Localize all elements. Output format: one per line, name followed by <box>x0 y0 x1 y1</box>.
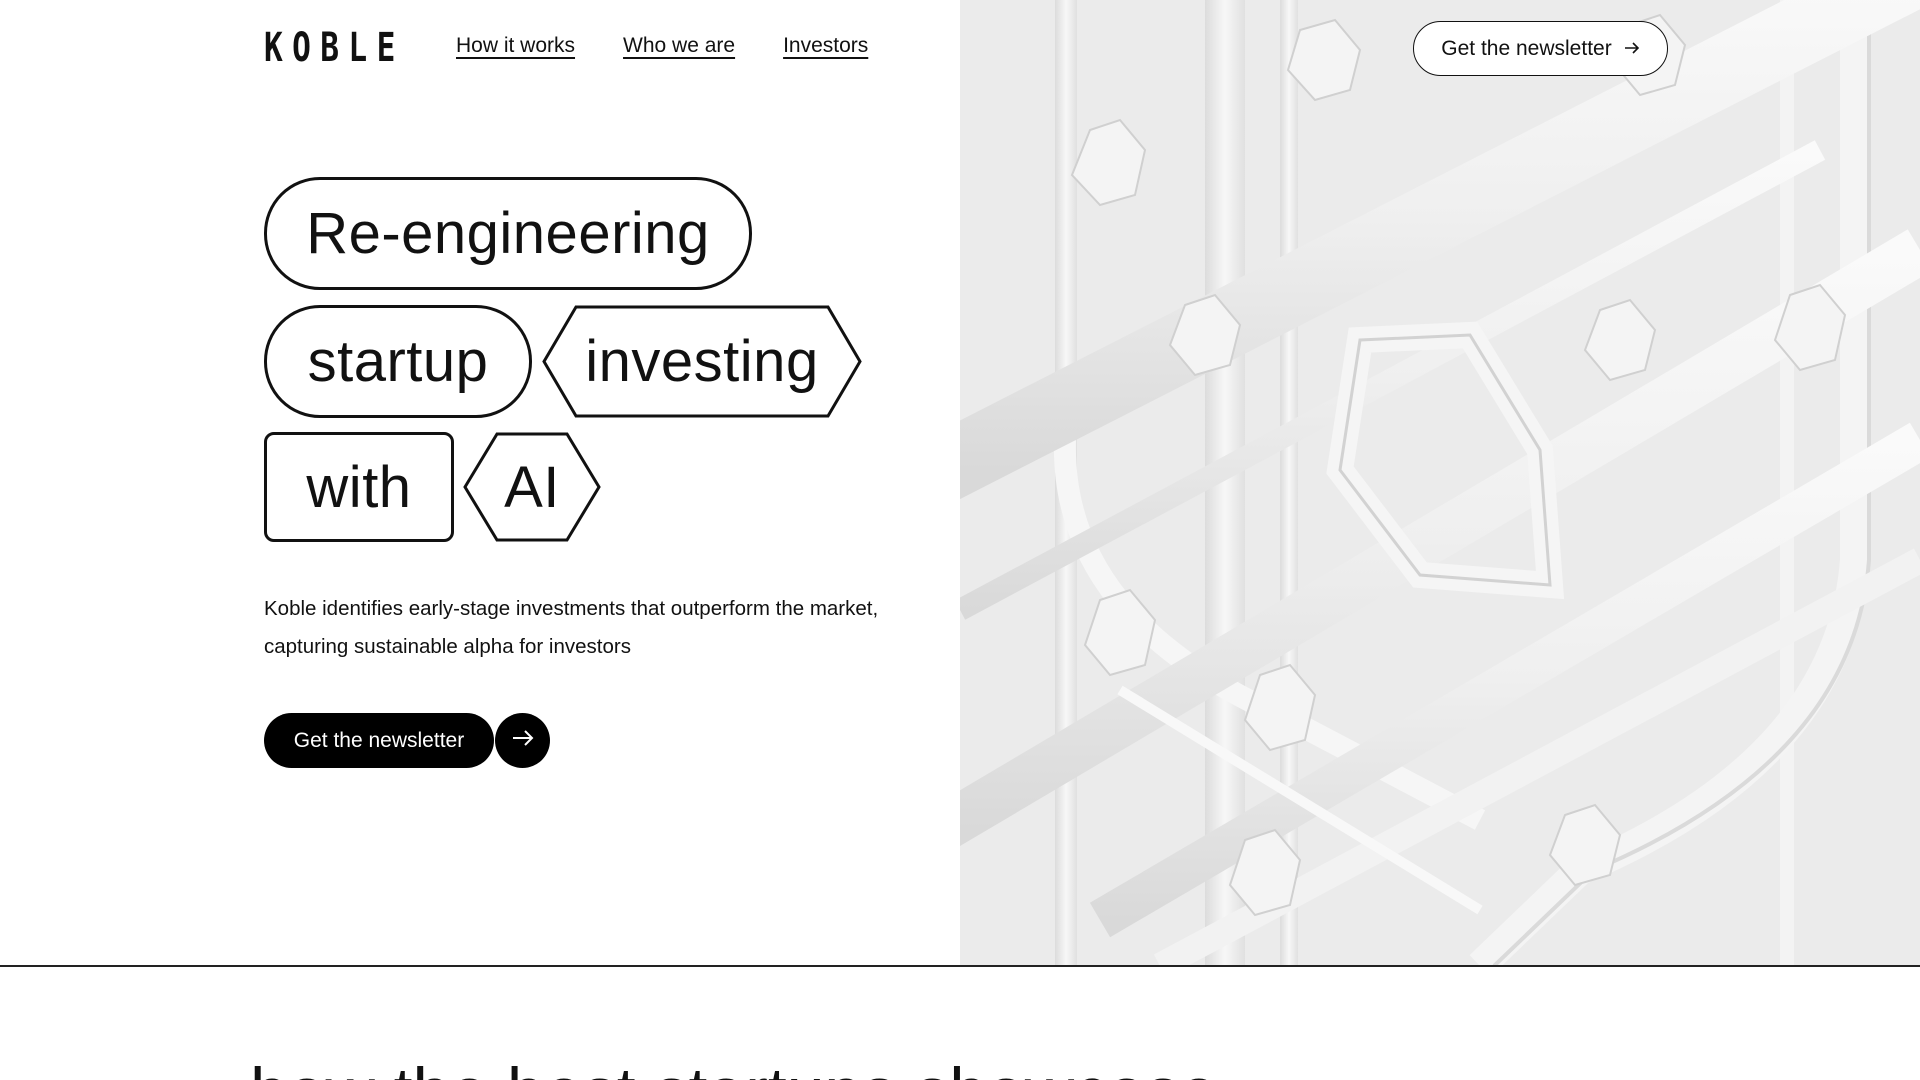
nav-who-we-are[interactable]: Who we are <box>623 34 735 58</box>
newsletter-button-label: Get the newsletter <box>293 728 465 752</box>
hero-image <box>960 0 1920 966</box>
nav-how-it-works[interactable]: How it works <box>456 34 575 58</box>
arrow-right-icon <box>512 729 534 752</box>
newsletter-arrow-button[interactable] <box>495 713 550 768</box>
headline-word-investing: investing <box>542 305 862 418</box>
headline-word-label: AI <box>504 454 560 520</box>
next-section-heading: how the best startups showcase <box>250 1052 1218 1080</box>
header-newsletter-label: Get the newsletter <box>1441 36 1612 60</box>
header-newsletter-button[interactable]: Get the newsletter <box>1413 21 1668 76</box>
headline-word-ai: AI <box>463 432 601 542</box>
main-nav: How it works Who we are Investors <box>456 34 868 58</box>
newsletter-button[interactable]: Get the newsletter <box>264 713 494 768</box>
nav-investors[interactable]: Investors <box>783 34 868 58</box>
headline-word-label: startup <box>307 329 489 394</box>
arrow-right-icon <box>1624 37 1640 61</box>
headline-word-label: investing <box>585 329 819 394</box>
headline-word-label: Re-engineering <box>306 201 710 266</box>
koble-logo[interactable]: KOBLE <box>264 25 405 71</box>
headline-word-label: with <box>306 454 412 520</box>
headline-word-startup: startup <box>264 305 532 418</box>
headline-word-with: with <box>264 432 454 542</box>
hero-description: Koble identifies early-stage investments… <box>264 597 879 658</box>
headline-word-reengineering: Re-engineering <box>264 177 752 290</box>
section-divider <box>0 965 1920 967</box>
